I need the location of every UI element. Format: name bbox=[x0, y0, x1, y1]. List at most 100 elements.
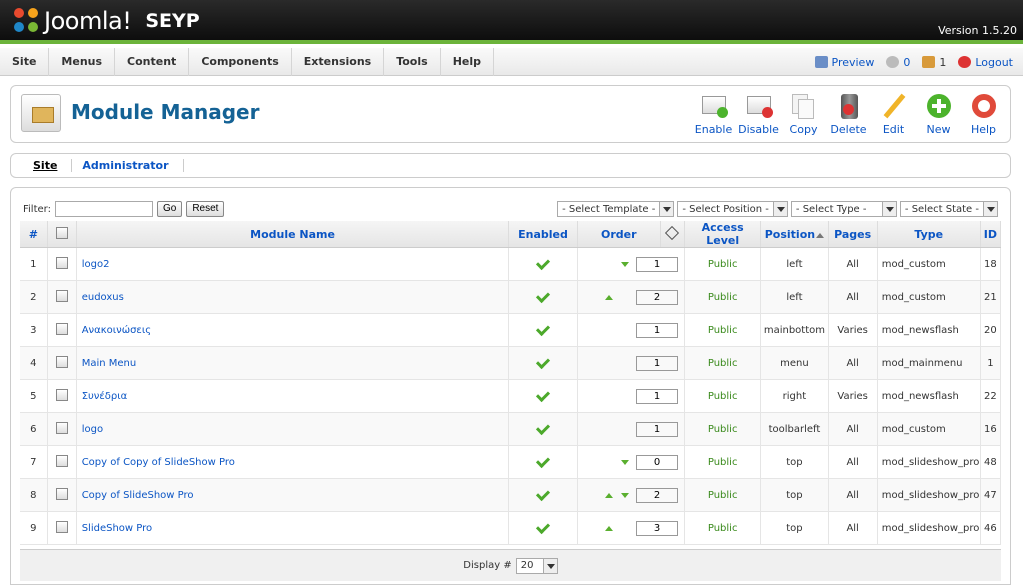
pages-value: All bbox=[828, 511, 878, 545]
select-all-checkbox[interactable] bbox=[55, 226, 68, 239]
go-button[interactable]: Go bbox=[156, 201, 183, 217]
access-level[interactable]: Public bbox=[684, 379, 762, 413]
sort-asc-icon bbox=[816, 229, 825, 238]
delete-button[interactable]: Delete bbox=[826, 92, 871, 136]
access-level[interactable]: Public bbox=[684, 247, 762, 281]
module-name-link[interactable]: logo bbox=[76, 412, 510, 446]
module-name-link[interactable]: SlideShow Pro bbox=[76, 511, 510, 545]
col-position[interactable]: Position bbox=[760, 221, 829, 248]
display-count-select[interactable]: 20 bbox=[515, 557, 558, 574]
checkmark-icon[interactable] bbox=[535, 321, 551, 336]
move-up-icon[interactable] bbox=[605, 489, 614, 498]
col-order[interactable]: Order bbox=[577, 221, 661, 248]
copy-button[interactable]: Copy bbox=[781, 92, 826, 136]
disable-button[interactable]: Disable bbox=[736, 92, 781, 136]
checkmark-icon[interactable] bbox=[535, 387, 551, 402]
logout-link[interactable]: Logout bbox=[958, 56, 1013, 69]
checkmark-icon[interactable] bbox=[535, 453, 551, 468]
messages-link[interactable]: 0 bbox=[886, 56, 910, 69]
row-checkbox[interactable] bbox=[55, 454, 68, 467]
state-select[interactable]: - Select State - bbox=[899, 201, 998, 217]
menu-help[interactable]: Help bbox=[441, 47, 494, 76]
checkmark-icon[interactable] bbox=[535, 354, 551, 369]
access-level[interactable]: Public bbox=[684, 478, 762, 512]
checkmark-icon[interactable] bbox=[535, 288, 551, 303]
row-checkbox[interactable] bbox=[55, 289, 68, 302]
id-value: 22 bbox=[980, 379, 1002, 413]
order-input[interactable]: 0 bbox=[636, 454, 679, 470]
joomla-logo: Joomla! SEYP bbox=[14, 6, 200, 36]
access-level[interactable]: Public bbox=[684, 445, 762, 479]
order-input[interactable]: 2 bbox=[636, 289, 679, 305]
reset-button[interactable]: Reset bbox=[186, 201, 225, 217]
module-name-link[interactable]: Main Menu bbox=[76, 346, 510, 380]
checkmark-icon[interactable] bbox=[535, 486, 551, 501]
module-name-link[interactable]: logo2 bbox=[76, 247, 510, 281]
col-enabled[interactable]: Enabled bbox=[508, 221, 578, 248]
tab-administrator[interactable]: Administrator bbox=[72, 159, 184, 172]
col-access-level[interactable]: Access Level bbox=[684, 221, 762, 248]
menu-menus[interactable]: Menus bbox=[49, 47, 116, 76]
template-select[interactable]: - Select Template - bbox=[557, 201, 675, 217]
filter-input[interactable] bbox=[54, 201, 153, 217]
col-module-name[interactable]: Module Name bbox=[76, 221, 510, 248]
module-name-link[interactable]: Ανακοινώσεις bbox=[76, 313, 510, 347]
new-button[interactable]: New bbox=[916, 92, 961, 136]
move-down-icon[interactable] bbox=[621, 261, 630, 271]
module-name-link[interactable]: Συνέδρια bbox=[76, 379, 510, 413]
id-value: 47 bbox=[980, 478, 1002, 512]
order-input[interactable]: 2 bbox=[636, 487, 679, 503]
checkmark-icon[interactable] bbox=[535, 420, 551, 435]
col-type[interactable]: Type bbox=[877, 221, 981, 248]
type-value: mod_custom bbox=[877, 412, 981, 446]
access-level[interactable]: Public bbox=[684, 346, 762, 380]
module-name-link[interactable]: Copy of SlideShow Pro bbox=[76, 478, 510, 512]
col-id[interactable]: ID bbox=[980, 221, 1002, 248]
move-down-icon[interactable] bbox=[621, 459, 630, 469]
tab-site[interactable]: Site bbox=[23, 159, 73, 172]
row-checkbox[interactable] bbox=[55, 520, 68, 533]
order-input[interactable]: 1 bbox=[636, 256, 679, 272]
position-select[interactable]: - Select Position - bbox=[677, 201, 788, 217]
help-button[interactable]: Help bbox=[961, 92, 1006, 136]
row-checkbox[interactable] bbox=[55, 388, 68, 401]
access-level[interactable]: Public bbox=[684, 313, 762, 347]
move-down-icon[interactable] bbox=[621, 492, 630, 502]
menu-site[interactable]: Site bbox=[0, 47, 50, 76]
row-checkbox[interactable] bbox=[55, 322, 68, 335]
module-name-link[interactable]: eudoxus bbox=[76, 280, 510, 314]
row-checkbox[interactable] bbox=[55, 256, 68, 269]
order-input[interactable]: 1 bbox=[636, 421, 679, 437]
order-input[interactable]: 1 bbox=[636, 355, 679, 371]
id-value: 1 bbox=[980, 346, 1002, 380]
move-up-icon[interactable] bbox=[605, 522, 614, 531]
access-level[interactable]: Public bbox=[684, 412, 762, 446]
order-input[interactable]: 1 bbox=[636, 322, 679, 338]
access-level[interactable]: Public bbox=[684, 511, 762, 545]
menu-extensions[interactable]: Extensions bbox=[292, 47, 385, 76]
order-input[interactable]: 1 bbox=[636, 388, 679, 404]
menu-components[interactable]: Components bbox=[189, 47, 292, 76]
col-pages[interactable]: Pages bbox=[828, 221, 878, 248]
row-checkbox[interactable] bbox=[55, 421, 68, 434]
move-up-icon[interactable] bbox=[605, 291, 614, 300]
toolbar-buttons: Enable Disable Copy Delete Edit New Help bbox=[691, 92, 1006, 136]
checkmark-icon[interactable] bbox=[535, 519, 551, 534]
order-input[interactable]: 3 bbox=[636, 520, 679, 536]
table-row: 7 Copy of Copy of SlideShow Pro 0 Public top… bbox=[20, 445, 1002, 479]
chevron-down-icon bbox=[983, 202, 997, 216]
access-level[interactable]: Public bbox=[684, 280, 762, 314]
row-checkbox[interactable] bbox=[55, 487, 68, 500]
type-select[interactable]: - Select Type - bbox=[790, 201, 897, 217]
menu-content[interactable]: Content bbox=[115, 47, 190, 76]
menu-tools[interactable]: Tools bbox=[384, 47, 441, 76]
row-number: 9 bbox=[20, 511, 48, 545]
preview-link[interactable]: Preview bbox=[814, 56, 874, 69]
save-order-icon[interactable] bbox=[665, 225, 680, 240]
module-name-link[interactable]: Copy of Copy of SlideShow Pro bbox=[76, 445, 510, 479]
row-checkbox[interactable] bbox=[55, 355, 68, 368]
enable-button[interactable]: Enable bbox=[691, 92, 736, 136]
version-label: Version 1.5.20 bbox=[938, 24, 1017, 37]
checkmark-icon[interactable] bbox=[535, 255, 551, 270]
edit-button[interactable]: Edit bbox=[871, 92, 916, 136]
